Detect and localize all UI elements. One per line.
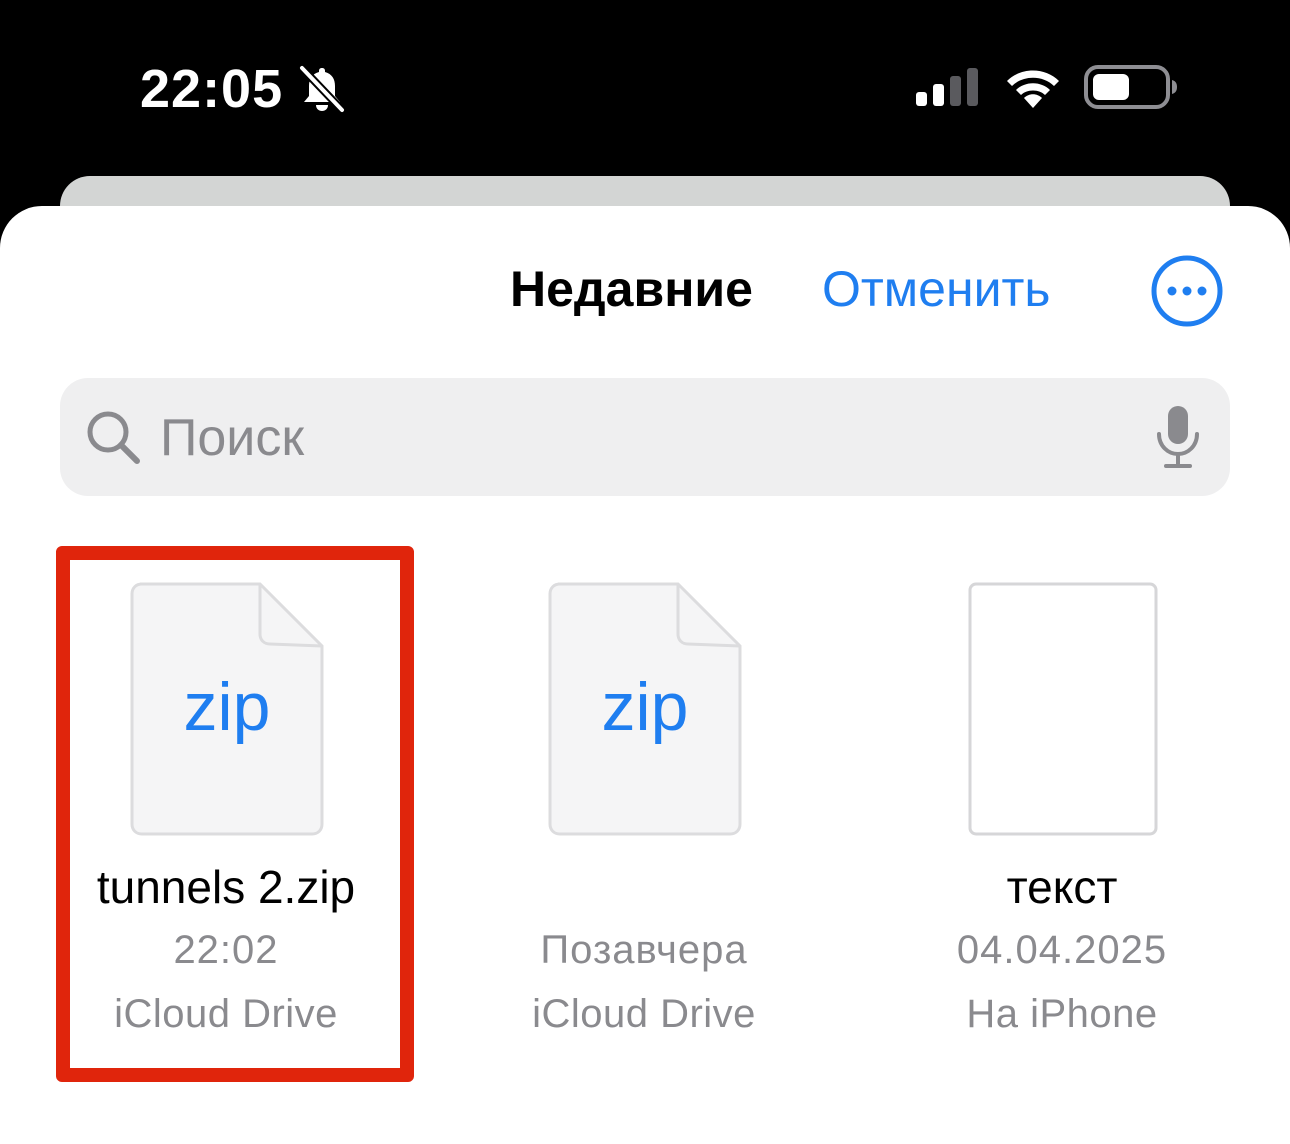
zip-file-icon: zip — [548, 582, 742, 836]
bell-slash-icon — [299, 65, 345, 113]
file-name: tunnels 2.zip — [96, 861, 356, 913]
status-time: 22:05 — [140, 59, 284, 119]
microphone-icon[interactable] — [1154, 404, 1202, 470]
page-title: Недавние — [510, 261, 753, 317]
screen: 22:05 Недавние Отменить Поиск zip tunnel… — [0, 0, 1290, 1144]
file-date: 22:02 — [173, 928, 279, 972]
file-item[interactable]: zip Позавчера iCloud Drive — [434, 560, 854, 1060]
file-location: На iPhone — [966, 992, 1158, 1036]
file-date: 04.04.2025 — [956, 928, 1168, 972]
file-item[interactable]: текст 04.04.2025 На iPhone — [852, 560, 1272, 1060]
battery-icon — [1084, 65, 1177, 109]
zip-thumbnail-label: zip — [184, 669, 271, 745]
cancel-button[interactable]: Отменить — [822, 256, 1050, 322]
zip-thumbnail-label: zip — [602, 669, 689, 745]
zip-file-icon: zip — [130, 582, 324, 836]
magnifying-glass-icon — [87, 411, 140, 464]
file-location: iCloud Drive — [114, 992, 338, 1036]
cellular-signal-icon — [916, 68, 978, 106]
ellipsis-circle-icon[interactable] — [1150, 254, 1224, 328]
file-location: iCloud Drive — [532, 992, 756, 1036]
file-date: Позавчера — [540, 928, 748, 972]
file-name: текст — [1006, 861, 1118, 913]
search-input[interactable] — [160, 402, 1120, 474]
text-file-thumbnail — [968, 582, 1158, 836]
file-item[interactable]: zip tunnels 2.zip 22:02 iCloud Drive — [16, 560, 436, 1060]
wifi-icon — [1007, 70, 1059, 108]
